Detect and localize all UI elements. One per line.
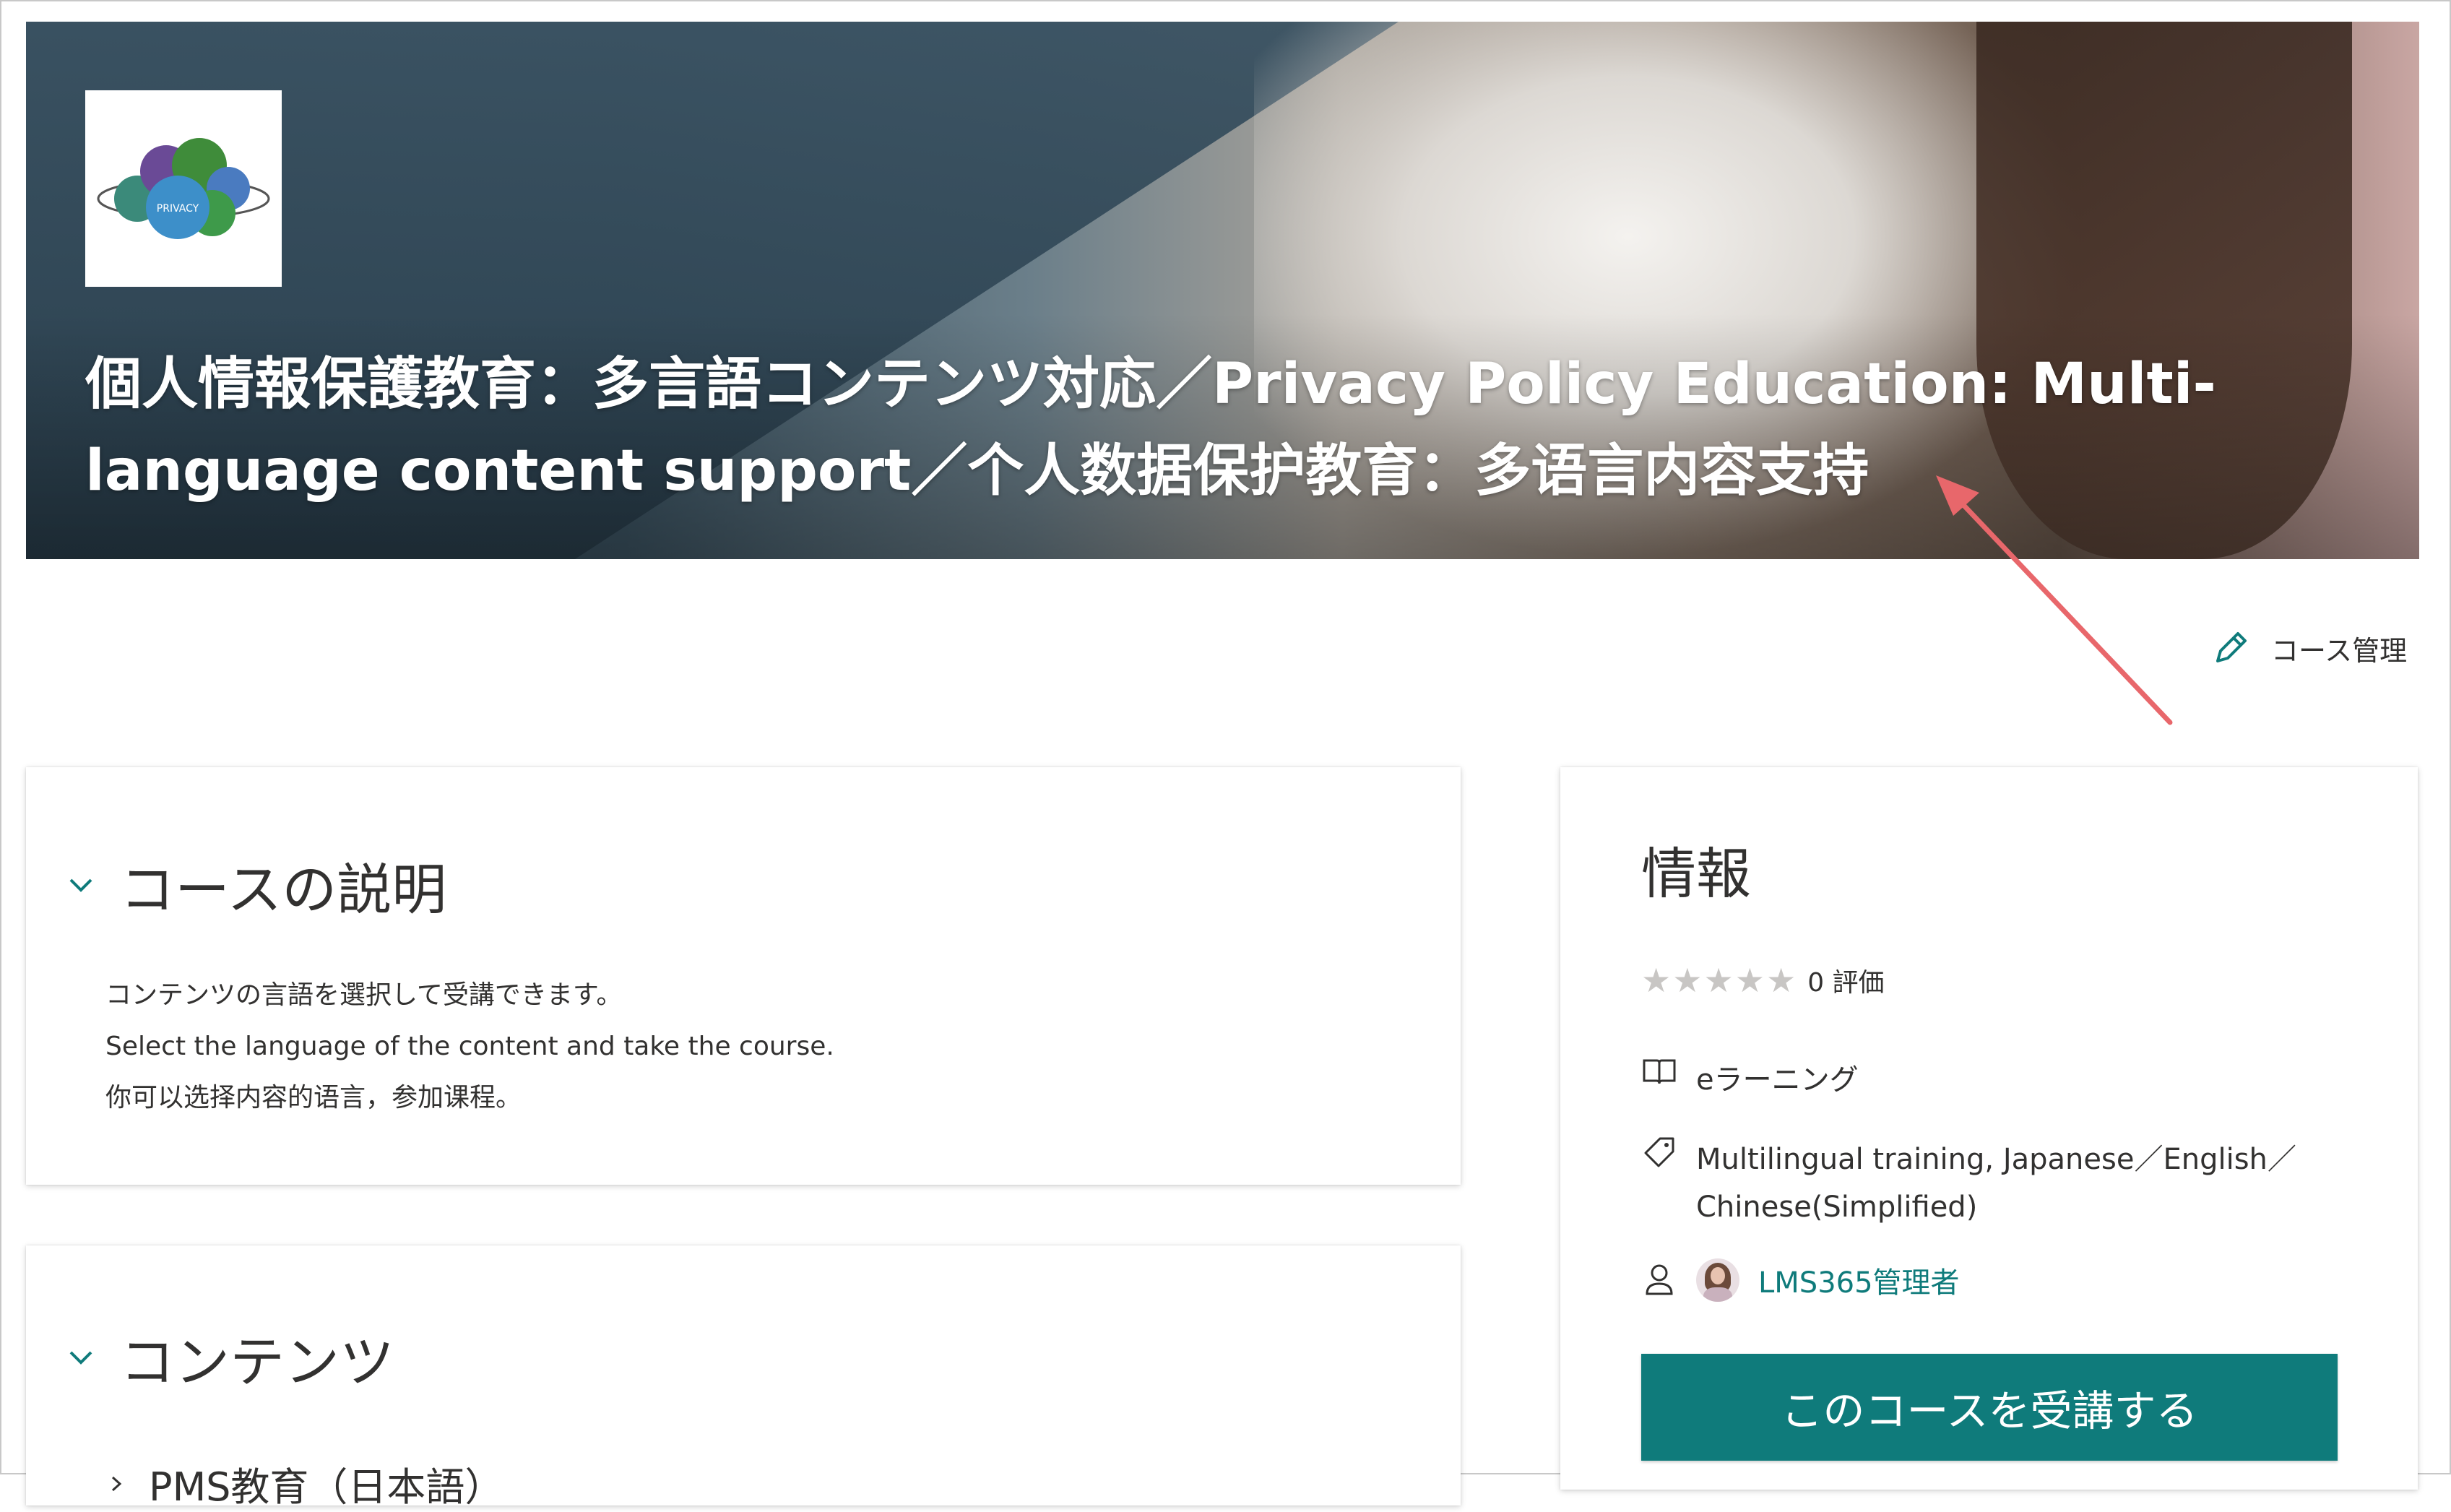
tag-icon bbox=[1644, 1137, 1674, 1167]
description-line: 你可以选择内容的语言，参加课程。 bbox=[105, 1083, 522, 1113]
owner-avatar bbox=[1696, 1258, 1739, 1302]
owner-row: LMS365管理者 bbox=[1641, 1258, 1960, 1302]
course-type-row: eラーニング bbox=[1641, 1056, 1859, 1098]
content-item-label: PMS教育（日本語） bbox=[149, 1464, 504, 1510]
info-card: 情報 ★★★★★ 0 評価 eラーニング Multilingual traini… bbox=[1560, 767, 2418, 1490]
description-line: コンテンツの言語を選択して受講できます。 bbox=[105, 980, 623, 1010]
tags-row: Multilingual training, Japanese／English／… bbox=[1641, 1136, 2296, 1231]
manage-course-button[interactable]: コース管理 bbox=[2210, 623, 2407, 673]
course-title-line2: language content support／个人数据保护教育：多语言内容支… bbox=[85, 439, 1869, 504]
enroll-button[interactable]: このコースを受講する bbox=[1641, 1354, 2338, 1461]
content-card: コンテンツ PMS教育（日本語） bbox=[26, 1245, 1461, 1510]
course-tags-line1: Multilingual training, Japanese／English／ bbox=[1696, 1143, 2296, 1176]
content-title: コンテンツ bbox=[120, 1330, 394, 1394]
description-text: コンテンツの言語を選択して受講できます。 Select the language… bbox=[105, 969, 834, 1123]
description-line: Select the language of the content and t… bbox=[105, 1032, 834, 1061]
logo-privacy-text: PRIVACY bbox=[157, 203, 199, 215]
course-logo: PRIVACY bbox=[85, 90, 282, 287]
description-header[interactable]: コースの説明 bbox=[66, 845, 446, 925]
book-icon bbox=[1643, 1059, 1676, 1084]
description-card: コースの説明 コンテンツの言語を選択して受講できます。 Select the l… bbox=[26, 767, 1461, 1185]
manage-course-label: コース管理 bbox=[2271, 634, 2408, 667]
course-tags-line2: Chinese(Simplified) bbox=[1696, 1191, 1978, 1224]
chevron-down-icon bbox=[69, 1351, 92, 1365]
chevron-right-icon bbox=[111, 1476, 122, 1491]
course-type: eラーニング bbox=[1696, 1063, 1859, 1097]
annotation-arrow-icon bbox=[1936, 475, 2173, 725]
content-header[interactable]: コンテンツ bbox=[66, 1318, 394, 1397]
description-title: コースの説明 bbox=[120, 857, 447, 922]
star-rating-icon[interactable]: ★★★★★ bbox=[1641, 961, 1797, 1000]
info-title: 情報 bbox=[1641, 842, 1751, 906]
owner-link[interactable]: LMS365管理者 bbox=[1758, 1259, 1960, 1301]
course-title-line1: 個人情報保護教育：多言語コンテンツ対応／Privacy Policy Educa… bbox=[85, 352, 2216, 417]
course-tags: Multilingual training, Japanese／English／… bbox=[1696, 1136, 2296, 1231]
person-icon bbox=[1646, 1264, 1673, 1295]
content-item[interactable]: PMS教育（日本語） bbox=[105, 1455, 503, 1512]
rating[interactable]: ★★★★★ 0 評価 bbox=[1641, 961, 1885, 1000]
rating-count: 0 評価 bbox=[1807, 968, 1885, 998]
pencil-icon bbox=[2216, 632, 2247, 662]
chevron-down-icon bbox=[69, 878, 92, 892]
